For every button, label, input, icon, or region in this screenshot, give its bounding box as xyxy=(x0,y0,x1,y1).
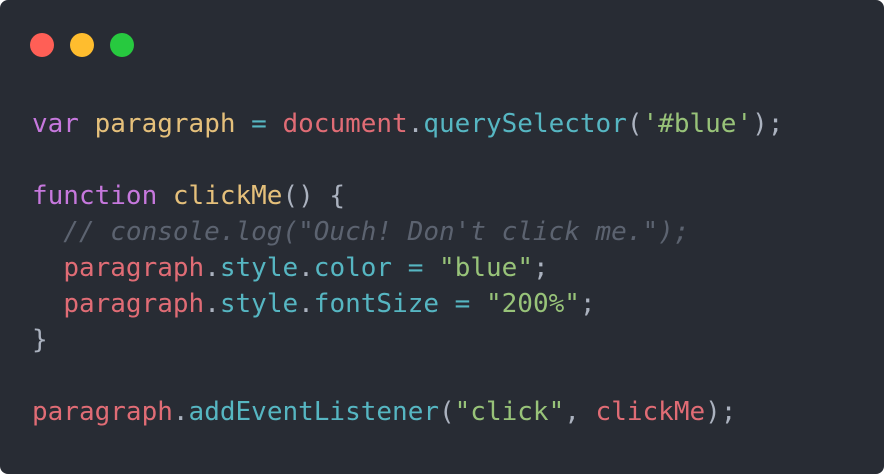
code-block: var paragraph = document.querySelector('… xyxy=(32,106,783,430)
code-token-punctuation: , xyxy=(564,397,596,427)
code-line: paragraph.addEventListener("click", clic… xyxy=(32,394,783,430)
code-token-punctuation: . xyxy=(298,253,314,283)
code-token-method: = xyxy=(392,253,440,283)
code-window: var paragraph = document.querySelector('… xyxy=(0,0,884,474)
code-token-punctuation xyxy=(32,253,63,283)
code-token-punctuation: . xyxy=(204,253,220,283)
code-line: paragraph.style.color = "blue"; xyxy=(32,250,783,286)
close-button-icon[interactable] xyxy=(30,33,54,57)
code-line: var paragraph = document.querySelector('… xyxy=(32,106,783,142)
code-token-punctuation: ); xyxy=(705,397,737,427)
code-token-punctuation: ); xyxy=(752,109,784,139)
code-token-method: color xyxy=(313,253,393,283)
code-token-punctuation: . xyxy=(204,289,220,319)
code-token-method: = xyxy=(235,109,283,139)
code-token-keyword: function xyxy=(32,181,158,211)
code-token-method: = xyxy=(439,289,486,319)
code-token-punctuation: } xyxy=(32,325,48,355)
code-token-string: '#blue' xyxy=(642,109,753,139)
code-line: // console.log("Ouch! Don't click me."); xyxy=(32,214,783,250)
code-token-object: paragraph xyxy=(32,397,173,427)
code-token-punctuation: . xyxy=(298,289,314,319)
code-token-string: "200%" xyxy=(486,289,580,319)
code-token-punctuation: () { xyxy=(282,181,346,211)
code-token-string: "blue" xyxy=(439,253,533,283)
code-token-method: addEventListener xyxy=(188,397,439,427)
code-token-string: "click" xyxy=(454,397,565,427)
code-token-comment: // console.log("Ouch! Don't click me."); xyxy=(32,217,690,247)
code-token-variable: paragraph xyxy=(94,109,236,139)
code-line: } xyxy=(32,322,783,358)
code-token-punctuation: ( xyxy=(439,397,455,427)
window-controls xyxy=(30,33,134,57)
code-token-punctuation: . xyxy=(172,397,189,427)
code-line: paragraph.style.fontSize = "200%"; xyxy=(32,286,783,322)
code-token-method: fontSize xyxy=(313,289,440,319)
code-token-punctuation: ; xyxy=(579,289,596,319)
code-token-punctuation: ( xyxy=(626,109,643,139)
code-token-object: document xyxy=(282,109,408,139)
code-token-variable: clickMe xyxy=(172,181,283,211)
code-token-object: clickMe xyxy=(595,397,706,427)
code-token-object: paragraph xyxy=(63,253,205,283)
code-line: function clickMe() { xyxy=(32,178,783,214)
code-token-method: style xyxy=(219,289,299,319)
code-token-method: style xyxy=(219,253,299,283)
code-token-punctuation xyxy=(32,289,63,319)
minimize-button-icon[interactable] xyxy=(70,33,94,57)
code-token-punctuation xyxy=(79,109,95,139)
code-token-keyword: var xyxy=(32,109,79,139)
code-token-method: querySelector xyxy=(423,109,627,139)
code-token-object: paragraph xyxy=(63,289,205,319)
code-token-punctuation: ; xyxy=(532,253,549,283)
code-token-punctuation xyxy=(157,181,173,211)
maximize-button-icon[interactable] xyxy=(110,33,134,57)
code-token-punctuation: . xyxy=(407,109,424,139)
